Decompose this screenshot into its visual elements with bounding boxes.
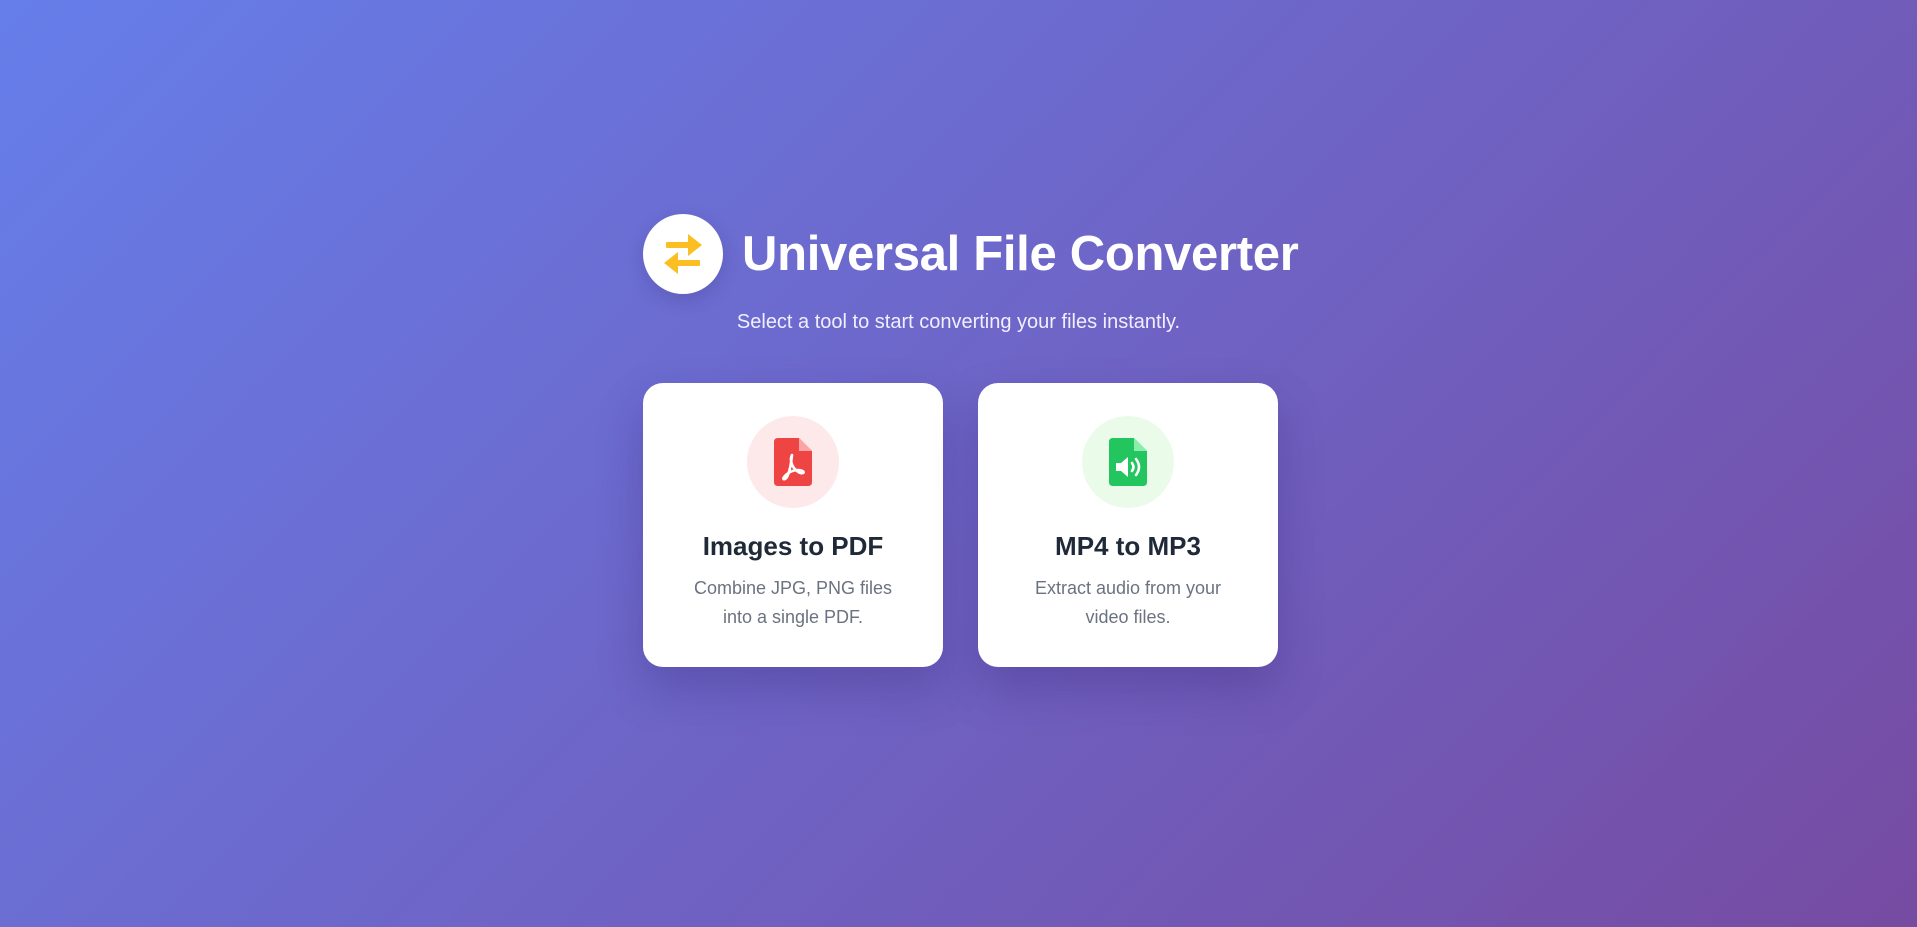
- tool-card-mp4-to-mp3[interactable]: MP4 to MP3 Extract audio from your video…: [978, 383, 1278, 667]
- page-subtitle: Select a tool to start converting your f…: [736, 311, 1181, 333]
- tool-icon-wrapper: [747, 416, 839, 508]
- tool-card-title: MP4 to MP3: [1055, 531, 1201, 561]
- tool-card-description: Combine JPG, PNG files into a single PDF…: [693, 578, 893, 627]
- tool-card-description: Extract audio from your video files.: [1034, 578, 1222, 627]
- tool-icon-wrapper: [1082, 416, 1174, 508]
- page-title: Universal File Converter: [742, 226, 1299, 281]
- swap-arrows-icon: [664, 234, 702, 274]
- tool-card-title: Images to PDF: [702, 531, 884, 561]
- header: Universal File Converter: [643, 214, 1299, 294]
- app-root: Universal File Converter Select a tool t…: [0, 0, 1917, 927]
- app-logo: [643, 214, 723, 294]
- file-audio-icon: [1109, 438, 1147, 486]
- file-pdf-icon: [774, 438, 812, 486]
- tool-card-images-to-pdf[interactable]: Images to PDF Combine JPG, PNG files int…: [643, 383, 943, 667]
